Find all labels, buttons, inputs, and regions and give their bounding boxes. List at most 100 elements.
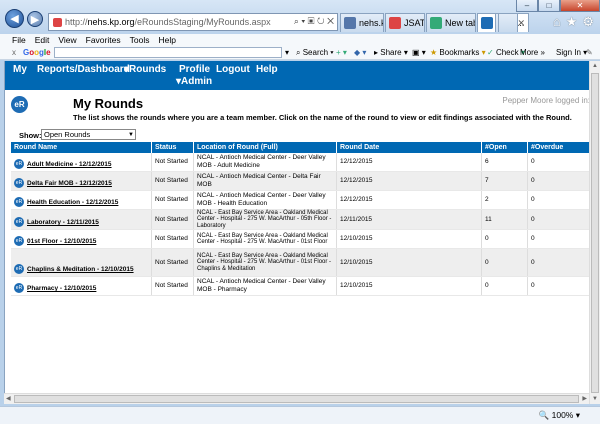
- favorites-star-icon[interactable]: ★: [566, 14, 578, 30]
- date-cell: 12/12/2015: [337, 191, 482, 209]
- round-link[interactable]: Health Education - 12/12/2015: [27, 199, 118, 207]
- overdue-cell: 0: [528, 249, 590, 276]
- tab-label: JSAT: [404, 18, 425, 28]
- round-name-cell: eR Delta Fair MOB - 12/12/2015: [11, 172, 152, 190]
- menu-tools[interactable]: Tools: [130, 34, 150, 46]
- back-button[interactable]: ◀: [5, 9, 24, 28]
- nav-logout[interactable]: Logout: [216, 64, 250, 75]
- round-link[interactable]: Laboratory - 12/11/2015: [27, 219, 99, 227]
- col-round-date[interactable]: Round Date: [337, 142, 482, 153]
- google-tools-icon[interactable]: ◆ ▾: [354, 46, 366, 59]
- menu-help[interactable]: Help: [158, 34, 175, 46]
- vertical-scrollbar[interactable]: ▲ ▼: [589, 61, 600, 404]
- round-icon[interactable]: eR: [14, 264, 24, 274]
- google-bookmarks-button[interactable]: ★ Bookmarks ▾: [430, 46, 486, 59]
- scroll-right-icon[interactable]: ▶: [582, 395, 587, 402]
- col-round-name[interactable]: Round Name: [11, 142, 152, 153]
- zoom-value: 100%: [551, 410, 574, 420]
- nav-my[interactable]: My: [13, 64, 27, 75]
- round-link[interactable]: 01st Floor - 12/10/2015: [27, 238, 96, 246]
- round-icon[interactable]: eR: [14, 236, 24, 246]
- col-location[interactable]: Location of Round (Full): [194, 142, 337, 153]
- show-filter-select[interactable]: Open Rounds ▼: [41, 129, 136, 140]
- page-title: My Rounds: [73, 96, 144, 111]
- wrench-icon[interactable]: ✎: [586, 46, 593, 59]
- menu-favorites[interactable]: Favorites: [86, 34, 121, 46]
- nav-profile[interactable]: Profile: [179, 64, 210, 75]
- compat-view-icon[interactable]: ▣: [308, 16, 315, 26]
- tab-label: nehs.kp...: [359, 18, 383, 28]
- nav-admin-label: Admin: [181, 76, 213, 87]
- round-icon[interactable]: eR: [14, 217, 24, 227]
- horizontal-scroll-thumb[interactable]: [14, 395, 579, 403]
- refresh-icon[interactable]: ↻: [317, 16, 325, 26]
- google-more-button[interactable]: More »: [520, 46, 545, 59]
- table-row: eR 01st Floor - 12/10/2015 Not Started NC…: [11, 230, 590, 249]
- google-more-label: More: [520, 48, 539, 57]
- browser-tab[interactable]: New tab: [426, 13, 476, 32]
- zoom-level[interactable]: 🔍 100% ▾: [539, 410, 580, 421]
- google-toolbar: x Google ▾ ⌕ Search ▾ + ▾ ◆ ▾ ▸ Share ▾ …: [0, 46, 600, 60]
- round-icon[interactable]: eR: [14, 197, 24, 207]
- location-cell: NCAL - Antioch Medical Center - Delta Fa…: [194, 172, 337, 190]
- google-sign-in-label: Sign In: [556, 48, 581, 57]
- menu-view[interactable]: View: [58, 34, 76, 46]
- col-overdue[interactable]: #Overdue: [528, 142, 590, 153]
- menu-file[interactable]: File: [12, 34, 26, 46]
- round-icon[interactable]: eR: [14, 159, 24, 169]
- forward-button[interactable]: ▶: [27, 11, 43, 27]
- maximize-button[interactable]: □: [538, 0, 560, 12]
- search-icon[interactable]: ⌕: [294, 16, 299, 26]
- close-window-button[interactable]: ✕: [560, 0, 600, 12]
- tab-label: New tab: [445, 18, 476, 28]
- overdue-cell: 0: [528, 191, 590, 209]
- browser-tab[interactable]: nehs.kp...: [340, 13, 384, 32]
- col-open[interactable]: #Open: [482, 142, 528, 153]
- status-cell: Not Started: [152, 191, 194, 209]
- google-search-dropdown-icon[interactable]: ▾: [285, 46, 289, 59]
- google-plus-icon[interactable]: + ▾: [336, 46, 347, 59]
- date-cell: 12/11/2015: [337, 210, 482, 229]
- page-intro: The list shows the rounds where you are …: [73, 113, 572, 122]
- show-filter-value: Open Rounds: [44, 130, 91, 139]
- nav-help[interactable]: Help: [256, 64, 278, 75]
- round-link[interactable]: Delta Fair MOB - 12/12/2015: [27, 180, 112, 188]
- google-check-label: Check: [495, 48, 519, 57]
- menu-edit[interactable]: Edit: [35, 34, 50, 46]
- col-status[interactable]: Status: [152, 142, 194, 153]
- scroll-left-icon[interactable]: ◀: [6, 395, 11, 402]
- overdue-cell: 0: [528, 210, 590, 229]
- overdue-cell: 0: [528, 277, 590, 295]
- google-search-input[interactable]: [54, 47, 282, 58]
- round-link[interactable]: Pharmacy - 12/10/2015: [27, 285, 96, 293]
- browser-home-controls: ⌂ ★ ⚙: [553, 14, 594, 30]
- browser-tab[interactable]: JSAT: [385, 13, 425, 32]
- nav-rounds-label: Rounds: [129, 64, 167, 75]
- horizontal-scrollbar[interactable]: ◀ ▶: [4, 393, 589, 404]
- address-url[interactable]: http://nehs.kp.org/eRoundsStaging/MyRoun…: [65, 17, 271, 27]
- round-icon[interactable]: eR: [14, 178, 24, 188]
- round-name-cell: eR Laboratory - 12/11/2015: [11, 210, 152, 229]
- scroll-up-icon[interactable]: ▲: [592, 63, 598, 69]
- table-row: eR Pharmacy - 12/10/2015 Not Started NCAL…: [11, 277, 590, 296]
- address-bar[interactable]: http://nehs.kp.org/eRoundsStaging/MyRoun…: [48, 13, 338, 31]
- round-link[interactable]: Chaplins & Meditation - 12/10/2015: [27, 266, 134, 274]
- google-sign-in-button[interactable]: Sign In ▾: [556, 46, 587, 59]
- round-icon[interactable]: eR: [14, 283, 24, 293]
- google-search-button[interactable]: ⌕ Search ▾: [296, 46, 334, 59]
- nav-admin[interactable]: ▾Admin: [176, 76, 212, 87]
- close-toolbar-icon[interactable]: x: [12, 46, 16, 59]
- google-view-icon[interactable]: ▣ ▾: [412, 46, 426, 59]
- nav-reports-dashboard[interactable]: Reports/Dashboard: [37, 64, 130, 75]
- round-link[interactable]: Adult Medicine - 12/12/2015: [27, 161, 112, 169]
- scroll-down-icon[interactable]: ▼: [592, 396, 598, 402]
- location-cell: NCAL - East Bay Service Area - Oakland M…: [194, 249, 337, 276]
- google-share-button[interactable]: ▸ Share ▾: [374, 46, 408, 59]
- round-name-cell: eR 01st Floor - 12/10/2015: [11, 230, 152, 248]
- close-tab-icon[interactable]: ✕: [517, 14, 525, 32]
- nav-rounds[interactable]: ▾Rounds: [124, 64, 166, 75]
- minimize-button[interactable]: –: [516, 0, 538, 12]
- vertical-scroll-thumb[interactable]: [591, 73, 599, 393]
- stop-icon[interactable]: ✕: [327, 16, 334, 26]
- settings-gear-icon[interactable]: ⚙: [582, 14, 594, 30]
